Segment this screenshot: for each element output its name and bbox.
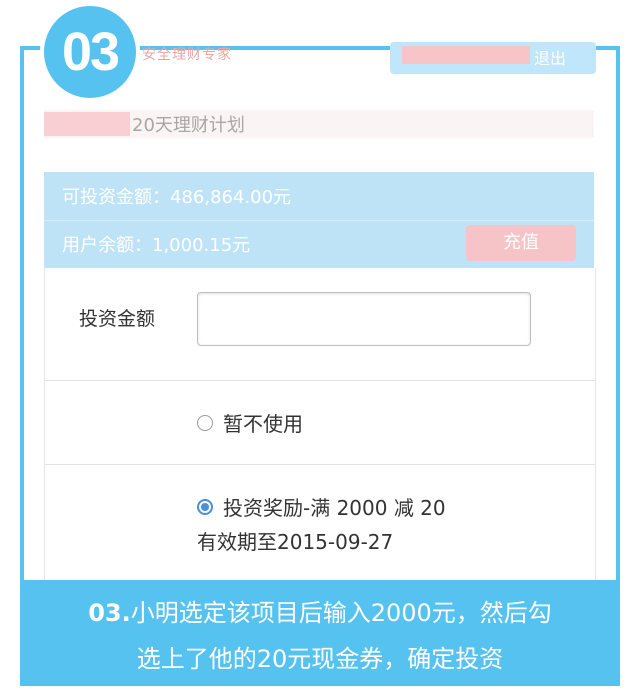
radio-checked-icon[interactable]	[197, 498, 213, 515]
option-coupon-label: 投资奖励-满 2000 减 20	[223, 496, 446, 520]
plan-title: 20天理财计划	[132, 115, 245, 136]
form-divider	[45, 380, 595, 381]
app-logo-text: 安全理财专家	[142, 47, 232, 63]
amount-label: 投资金额	[79, 308, 156, 330]
investable-amount: 可投资金额：486,864.00元	[62, 187, 292, 208]
plan-title-bar: 20天理财计划	[44, 110, 594, 138]
caption-text-1: 小明选定该项目后输入2000元，然后勾	[130, 599, 552, 627]
user-logout-bar[interactable]: 退出	[390, 42, 596, 74]
balance-divider	[44, 220, 594, 221]
amount-input[interactable]	[197, 292, 531, 346]
option-none-label: 暂不使用	[223, 412, 303, 436]
caption-text-2: 选上了他的20元现金券，确定投资	[136, 645, 504, 673]
investment-form: 投资金额 暂不使用 投资奖励-满 2000 减 20 有效期至2015-09-2…	[44, 268, 596, 584]
form-divider	[45, 464, 595, 465]
step-number-badge: 03	[40, 2, 140, 102]
step-number: 03	[61, 22, 120, 82]
user-balance: 用户余额：1,000.15元	[62, 235, 251, 256]
coupon-option-reward[interactable]: 投资奖励-满 2000 减 20	[197, 492, 446, 521]
redacted-username	[402, 46, 530, 64]
caption-line-1: 03.小明选定该项目后输入2000元，然后勾	[20, 590, 620, 636]
recharge-button[interactable]: 充值	[466, 225, 576, 261]
step-caption: 03.小明选定该项目后输入2000元，然后勾 选上了他的20元现金券，确定投资	[20, 580, 620, 686]
logout-button[interactable]: 退出	[534, 45, 566, 69]
balance-panel: 可投资金额：486,864.00元 用户余额：1,000.15元 充值	[44, 172, 594, 268]
redacted-plan-prefix	[44, 112, 130, 136]
coupon-expiry: 有效期至2015-09-27	[197, 530, 394, 554]
caption-step: 03.	[88, 599, 131, 627]
coupon-option-none[interactable]: 暂不使用	[197, 408, 303, 437]
radio-unchecked-icon[interactable]	[197, 414, 213, 431]
